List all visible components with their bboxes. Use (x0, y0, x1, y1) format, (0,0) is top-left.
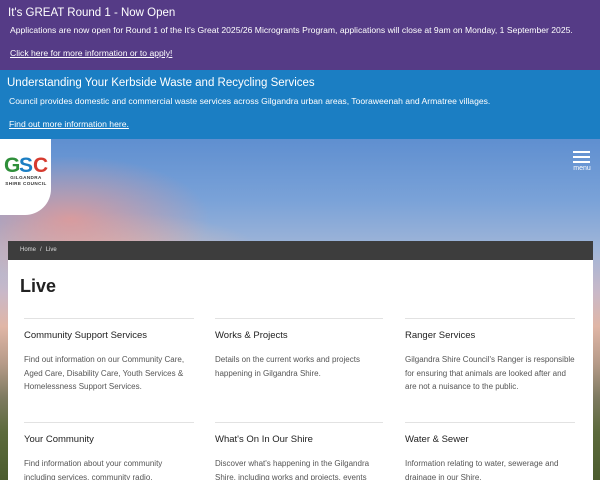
breadcrumb-separator: / (40, 247, 42, 253)
card-community-support[interactable]: Community Support Services Find out info… (24, 318, 194, 394)
card-works-projects[interactable]: Works & Projects Details on the current … (215, 318, 383, 380)
card-title: Ranger Services (405, 330, 476, 341)
hamburger-icon (573, 151, 590, 153)
alert-title: Understanding Your Kerbside Waste and Re… (7, 77, 315, 89)
card-water-sewer[interactable]: Water & Sewer Information relating to wa… (405, 422, 575, 480)
card-title: Water & Sewer (405, 434, 469, 445)
alert-text: Applications are now open for Round 1 of… (10, 25, 573, 35)
card-title: What's On In Our Shire (215, 434, 313, 445)
card-whats-on[interactable]: What's On In Our Shire Discover what's h… (215, 422, 383, 480)
breadcrumb-current: Live (45, 247, 57, 253)
alert-title: It's GREAT Round 1 - Now Open (8, 7, 176, 19)
breadcrumb-home[interactable]: Home (20, 247, 36, 253)
logo-subtitle: GILGANDRA (10, 175, 42, 180)
menu-label: menu (573, 165, 591, 172)
page-title: Live (20, 276, 57, 296)
card-description: Information relating to water, sewerage … (405, 459, 559, 480)
svg-text:S: S (19, 154, 33, 175)
card-title: Community Support Services (24, 330, 148, 341)
logo-subtitle: SHIRE COUNCIL (5, 181, 47, 186)
breadcrumb: Home / Live (8, 241, 593, 260)
card-title: Works & Projects (215, 330, 288, 341)
card-description: Gilgandra Shire Council's Ranger is resp… (405, 355, 575, 391)
card-description: Find information about your community in… (24, 459, 163, 480)
card-description: Details on the current works and project… (215, 355, 360, 378)
card-title: Your Community (24, 434, 94, 445)
svg-text:G: G (4, 154, 20, 175)
gsc-logo-icon: G S C (4, 154, 48, 175)
hamburger-icon (573, 161, 590, 163)
alert-link-waste-info[interactable]: Find out more information here. (7, 119, 129, 129)
card-your-community[interactable]: Your Community Find information about yo… (24, 422, 194, 480)
hamburger-icon (573, 156, 590, 158)
menu-button[interactable]: menu (568, 148, 596, 174)
main-content: Live Community Support Services Find out… (8, 260, 593, 480)
card-description: Find out information on our Community Ca… (24, 355, 185, 391)
card-description: Discover what's happening in the Gilgand… (215, 459, 370, 480)
card-ranger-services[interactable]: Ranger Services Gilgandra Shire Council'… (405, 318, 575, 394)
alert-banner-waste: Understanding Your Kerbside Waste and Re… (0, 70, 600, 139)
alert-link-apply[interactable]: Click here for more information or to ap… (8, 48, 172, 58)
alert-banner-microgrants: It's GREAT Round 1 - Now Open Applicatio… (0, 0, 600, 70)
site-logo[interactable]: G S C GILGANDRA SHIRE COUNCIL (0, 139, 51, 215)
svg-text:C: C (33, 154, 48, 175)
alert-text: Council provides domestic and commercial… (9, 96, 491, 106)
